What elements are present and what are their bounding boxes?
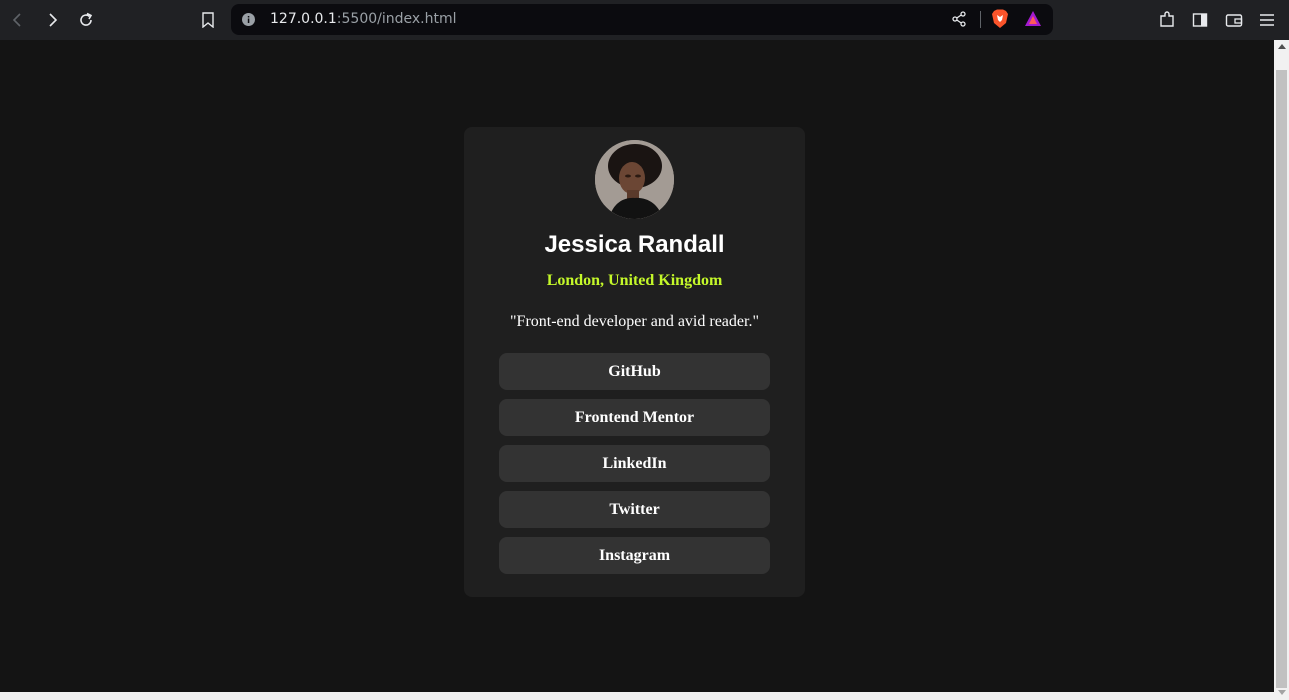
profile-card: Jessica Randall London, United Kingdom "… — [464, 127, 805, 597]
back-icon[interactable] — [4, 6, 32, 34]
url-text[interactable]: 127.0.0.1:5500/index.html — [270, 11, 457, 28]
twitter-link-button[interactable]: Twitter — [499, 491, 770, 528]
vertical-scrollbar[interactable] — [1274, 40, 1289, 700]
frontend-mentor-link-button[interactable]: Frontend Mentor — [499, 399, 770, 436]
profile-location: London, United Kingdom — [546, 272, 723, 289]
github-link-button[interactable]: GitHub — [499, 353, 770, 390]
profile-bio: "Front-end developer and avid reader." — [510, 313, 759, 330]
sidebar-icon[interactable] — [1186, 6, 1214, 34]
forward-icon[interactable] — [38, 6, 66, 34]
instagram-link-button[interactable]: Instagram — [499, 537, 770, 574]
address-bar[interactable]: 127.0.0.1:5500/index.html — [231, 4, 1053, 35]
wallet-icon[interactable] — [1220, 6, 1248, 34]
avatar — [595, 140, 674, 219]
site-info-icon[interactable] — [241, 12, 256, 27]
url-host: 127.0.0.1 — [270, 11, 337, 27]
linkedin-link-button[interactable]: LinkedIn — [499, 445, 770, 482]
social-links: GitHub Frontend Mentor LinkedIn Twitter … — [499, 353, 770, 583]
reload-icon[interactable] — [72, 6, 100, 34]
browser-toolbar: 127.0.0.1:5500/index.html — [0, 0, 1289, 40]
share-icon[interactable] — [951, 11, 967, 32]
menu-icon[interactable] — [1253, 6, 1281, 34]
divider — [980, 11, 981, 28]
bottom-edge — [0, 692, 1274, 700]
scroll-up-arrow-icon[interactable] — [1278, 44, 1286, 49]
scrollbar-thumb[interactable] — [1276, 70, 1287, 688]
url-path: :5500/index.html — [336, 11, 457, 27]
brave-rewards-icon[interactable] — [1024, 10, 1042, 33]
brave-shields-icon[interactable] — [991, 9, 1009, 34]
profile-name: Jessica Randall — [544, 231, 725, 258]
scroll-down-arrow-icon[interactable] — [1278, 690, 1286, 695]
bookmark-icon[interactable] — [194, 6, 222, 34]
extensions-icon[interactable] — [1153, 6, 1181, 34]
